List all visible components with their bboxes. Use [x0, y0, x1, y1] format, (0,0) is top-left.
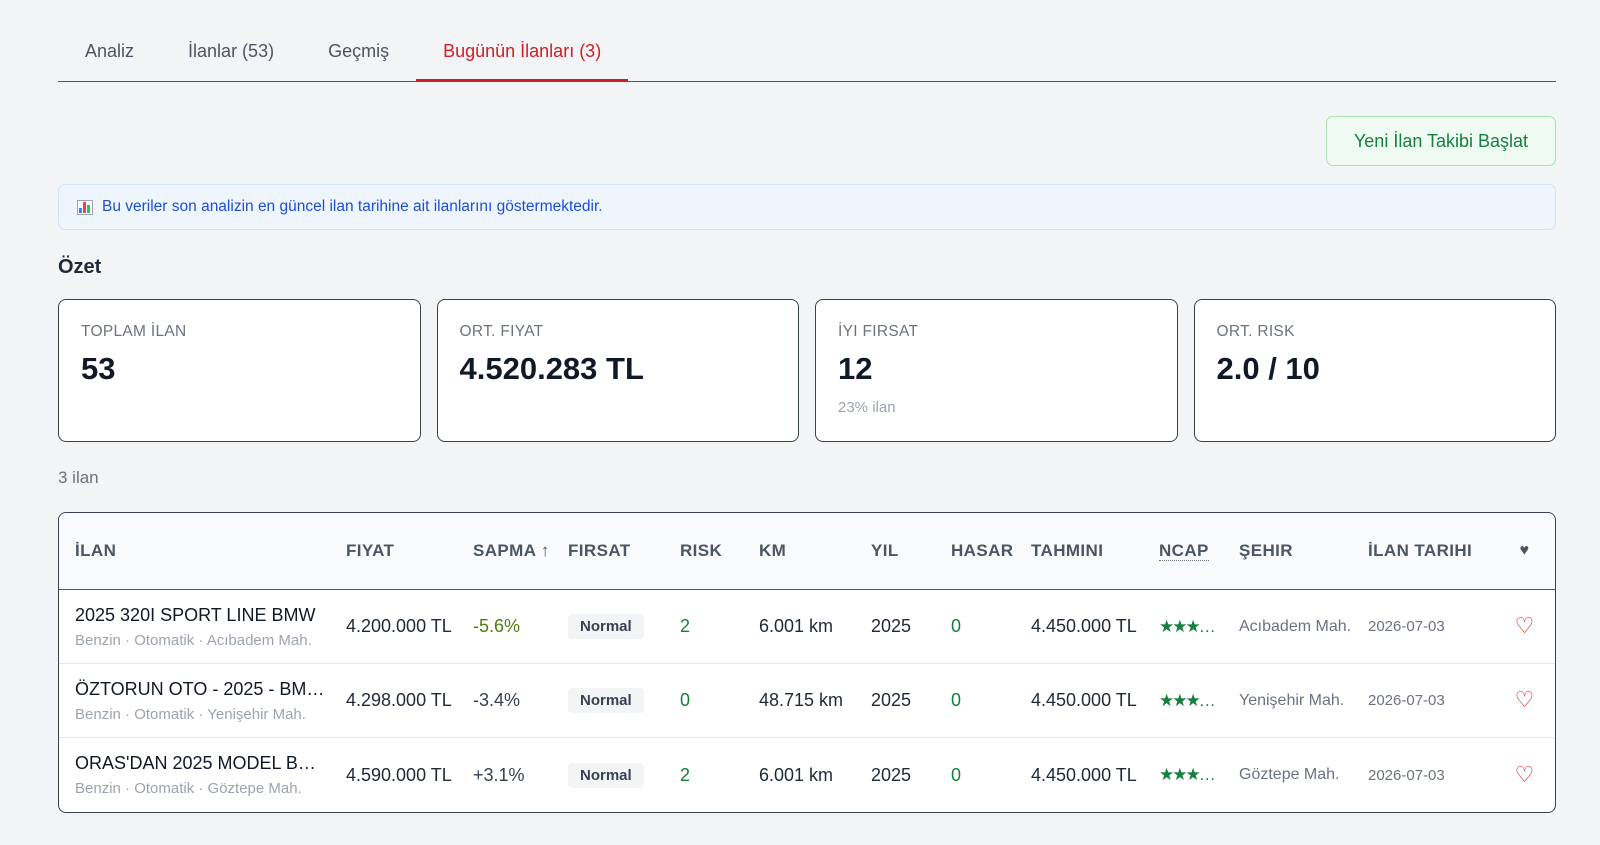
card-total-listings: TOPLAM İLAN 53 — [58, 299, 421, 442]
summary-title: Özet — [58, 256, 102, 278]
card-value: 12 — [838, 351, 873, 386]
cell-year: 2025 — [871, 764, 912, 785]
cell-damage: 0 — [951, 764, 962, 785]
cell-price: 4.298.000 TL — [346, 690, 452, 710]
table-header: İLAN FIYAT SAPMA ↑ FIRSAT RISK KM YIL HA… — [59, 513, 1555, 590]
deal-badge: Normal — [568, 762, 644, 788]
table-row[interactable]: 2025 320I SPORT LINE BMW Benzin · Otomat… — [59, 590, 1555, 664]
cell-listing[interactable]: 2025 320I SPORT LINE BMW Benzin · Otomat… — [59, 605, 330, 649]
tab-analiz[interactable]: Analiz — [58, 0, 161, 81]
card-average-risk: ORT. RISK 2.0 / 10 — [1193, 299, 1556, 442]
header-ncap[interactable]: NCAP — [1143, 541, 1223, 561]
tab-bar: Analiz İlanlar (53) Geçmiş Bugünün İlanl… — [58, 0, 1556, 82]
cell-km: 48.715 km — [759, 690, 844, 710]
header-yil[interactable]: YIL — [855, 541, 935, 561]
cell-year: 2025 — [871, 690, 912, 710]
listing-title[interactable]: ORAS'DAN 2025 MODEL BMW 320i — [75, 753, 330, 774]
card-average-price: ORT. FIYAT 4.520.283 TL — [436, 299, 799, 442]
listing-count: 3 ilan — [58, 468, 99, 487]
bar-chart-icon — [77, 199, 93, 215]
card-value: 4.520.283 TL — [459, 351, 644, 386]
header-hasar[interactable]: HASAR — [935, 541, 1015, 561]
cell-deviation: +3.1% — [473, 764, 525, 785]
header-tahmini[interactable]: TAHMINI — [1015, 541, 1143, 561]
listing-meta: Benzin · Otomatik · Acıbadem Mah. — [75, 631, 312, 649]
card-label: ORT. FIYAT — [459, 323, 544, 340]
heart-icon[interactable]: ♡ — [1515, 764, 1535, 787]
ncap-stars-icon: ★★★★★ — [1159, 690, 1223, 710]
cell-deal: Normal — [552, 762, 664, 788]
card-good-deals: İYI FIRSAT 12 23% ilan — [815, 299, 1178, 442]
cell-city: Göztepe Mah. — [1239, 766, 1340, 783]
header-risk[interactable]: RISK — [664, 541, 743, 561]
cell-deviation: -5.6% — [473, 616, 521, 636]
listings-table: İLAN FIYAT SAPMA ↑ FIRSAT RISK KM YIL HA… — [58, 512, 1556, 813]
header-ilan[interactable]: İLAN — [59, 541, 330, 561]
cell-favorite: ♡ — [1494, 764, 1555, 787]
tab-ilanlar[interactable]: İlanlar (53) — [161, 0, 301, 81]
card-label: ORT. RISK — [1216, 323, 1295, 340]
heart-icon[interactable]: ♡ — [1515, 615, 1535, 638]
cell-risk: 0 — [680, 690, 691, 710]
cell-date: 2026-07-03 — [1368, 618, 1445, 635]
ncap-stars-icon: ★★★★★ — [1159, 765, 1223, 784]
card-subtext: 23% ilan — [838, 399, 896, 416]
action-row: Yeni İlan Takibi Başlat — [58, 82, 1556, 184]
cell-estimate: 4.450.000 TL — [1031, 616, 1137, 636]
page: Analiz İlanlar (53) Geçmiş Bugünün İlanl… — [58, 0, 1556, 813]
cell-risk: 2 — [680, 616, 691, 636]
listing-title[interactable]: 2025 320I SPORT LINE BMW — [75, 605, 330, 626]
cell-risk: 2 — [680, 764, 691, 785]
cell-favorite: ♡ — [1494, 689, 1555, 712]
cell-date: 2026-07-03 — [1368, 766, 1445, 784]
cell-estimate: 4.450.000 TL — [1031, 764, 1137, 785]
ncap-stars-icon: ★★★★★ — [1159, 616, 1223, 636]
cell-km: 6.001 km — [759, 616, 834, 636]
table-row[interactable]: ÖZTORUN OTO - 2025 - BMW 320i Benzin · O… — [59, 664, 1555, 738]
summary-cards: TOPLAM İLAN 53 ORT. FIYAT 4.520.283 TL İ… — [58, 299, 1556, 442]
listing-meta: Benzin · Otomatik · Göztepe Mah. — [75, 780, 302, 797]
tab-bugunun-ilanlari[interactable]: Bugünün İlanları (3) — [416, 0, 629, 82]
ncap-header-label: NCAP — [1159, 541, 1209, 561]
header-sehir[interactable]: ŞEHIR — [1223, 541, 1352, 561]
heart-icon[interactable]: ♡ — [1515, 689, 1535, 712]
deal-badge: Normal — [568, 614, 644, 639]
table-row[interactable]: ORAS'DAN 2025 MODEL BMW 320i Benzin · Ot… — [59, 738, 1555, 812]
cell-deal: Normal — [552, 688, 664, 713]
listing-title[interactable]: ÖZTORUN OTO - 2025 - BMW 320i — [75, 679, 330, 700]
card-label: İYI FIRSAT — [838, 323, 919, 340]
header-km[interactable]: KM — [743, 541, 855, 561]
card-value: 53 — [81, 351, 116, 386]
cell-estimate: 4.450.000 TL — [1031, 690, 1137, 710]
cell-city: Yenişehir Mah. — [1239, 691, 1345, 709]
new-tracking-button[interactable]: Yeni İlan Takibi Başlat — [1326, 116, 1556, 166]
header-sapma[interactable]: SAPMA ↑ — [457, 541, 552, 561]
info-text: Bu veriler son analizin en güncel ilan t… — [102, 198, 603, 215]
listing-meta: Benzin · Otomatik · Yenişehir Mah. — [75, 705, 306, 723]
cell-city: Acıbadem Mah. — [1239, 617, 1352, 635]
card-label: TOPLAM İLAN — [81, 323, 187, 340]
header-firsat[interactable]: FIRSAT — [552, 541, 664, 561]
deal-badge: Normal — [568, 688, 644, 713]
header-ilan-tarihi[interactable]: İLAN TARIHI — [1352, 538, 1494, 564]
header-favorite-icon: ♥ — [1519, 542, 1530, 559]
info-banner: Bu veriler son analizin en güncel ilan t… — [58, 184, 1556, 230]
cell-damage: 0 — [951, 690, 962, 710]
cell-deviation: -3.4% — [473, 690, 521, 710]
cell-year: 2025 — [871, 616, 912, 636]
cell-damage: 0 — [951, 616, 962, 636]
cell-listing[interactable]: ORAS'DAN 2025 MODEL BMW 320i Benzin · Ot… — [59, 753, 330, 797]
tab-gecmis[interactable]: Geçmiş — [301, 0, 416, 81]
cell-km: 6.001 km — [759, 764, 834, 785]
cell-date: 2026-07-03 — [1368, 692, 1445, 709]
cell-deal: Normal — [552, 614, 664, 639]
cell-price: 4.200.000 TL — [346, 616, 452, 636]
cell-favorite: ♡ — [1494, 615, 1555, 638]
card-value: 2.0 / 10 — [1216, 351, 1320, 386]
header-fiyat[interactable]: FIYAT — [330, 541, 457, 561]
cell-price: 4.590.000 TL — [346, 764, 452, 785]
cell-listing[interactable]: ÖZTORUN OTO - 2025 - BMW 320i Benzin · O… — [59, 679, 330, 723]
